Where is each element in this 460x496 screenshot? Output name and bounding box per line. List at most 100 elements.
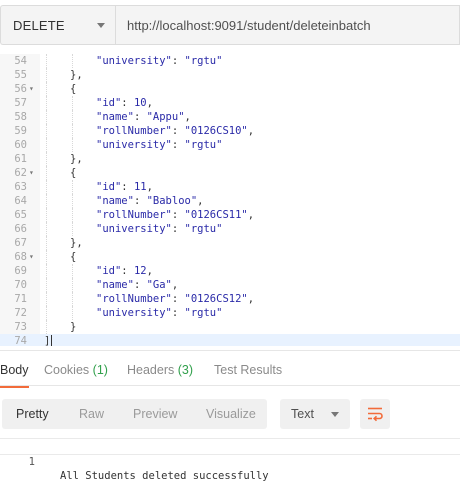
indent-guide <box>46 110 47 124</box>
editor-line: 67}, <box>0 236 460 250</box>
request-bar: DELETE http://localhost:9091/student/del… <box>0 5 460 45</box>
line-number: 61 <box>14 153 27 165</box>
tab-cookies-label: Cookies <box>44 363 90 377</box>
editor-line: 56 ▾ { <box>0 82 460 96</box>
code-text: } <box>70 321 77 333</box>
format-select-label: Text <box>291 407 314 421</box>
indent-guide <box>46 194 47 208</box>
wrap-lines-icon <box>368 407 383 422</box>
line-number: 63 <box>14 181 27 193</box>
preview-button[interactable]: Preview <box>133 399 177 429</box>
code-text: "name": "Babloo", <box>96 195 204 207</box>
indent-guide <box>46 54 47 68</box>
fold-toggle-icon[interactable]: ▾ <box>29 166 37 180</box>
editor-line: 57 "id": 10, <box>0 96 460 110</box>
indent-guide <box>46 278 47 292</box>
tab-body[interactable]: Body <box>0 351 29 388</box>
line-number: 60 <box>14 139 27 151</box>
tab-cookies[interactable]: Cookies (1) <box>44 351 108 387</box>
line-number: 74 <box>14 335 27 346</box>
line-number: 54 <box>14 55 27 67</box>
editor-line: 64 "name": "Babloo", <box>0 194 460 208</box>
code-text: "university": "rgtu" <box>96 139 223 151</box>
tab-body-label: Body <box>0 363 29 377</box>
code-text: "id": 12, <box>96 265 153 277</box>
line-number: 59 <box>14 125 27 137</box>
line-number: 57 <box>14 97 27 109</box>
tab-cookies-count: (1) <box>92 363 108 377</box>
chevron-down-icon <box>331 412 339 417</box>
indent-guide <box>46 124 47 138</box>
indent-guide <box>72 222 73 236</box>
indent-guide <box>72 138 73 152</box>
line-number: 67 <box>14 237 27 249</box>
method-label: DELETE <box>13 17 65 33</box>
response-toolbar: Pretty Raw Preview Visualize Text <box>0 398 460 432</box>
editor-line: 59 "rollNumber": "0126CS10", <box>0 124 460 138</box>
code-text: "id": 11, <box>96 181 153 193</box>
indent-guide <box>72 54 73 68</box>
indent-guide <box>46 68 47 82</box>
tab-test-results[interactable]: Test Results <box>214 351 282 387</box>
code-text: }, <box>70 237 83 249</box>
indent-guide <box>46 222 47 236</box>
wrap-lines-button[interactable] <box>360 399 390 429</box>
indent-guide <box>72 208 73 222</box>
tab-headers[interactable]: Headers (3) <box>127 351 193 387</box>
indent-guide <box>72 180 73 194</box>
indent-guide <box>72 124 73 138</box>
url-text: http://localhost:9091/student/deleteinba… <box>127 17 371 33</box>
pretty-button[interactable]: Pretty <box>16 399 49 429</box>
editor-line: 61}, <box>0 152 460 166</box>
indent-guide <box>46 306 47 320</box>
response-line: 1 All Students deleted successfully <box>0 441 269 482</box>
editor-line: 54 "university": "rgtu" <box>0 54 460 68</box>
editor-line: 74] <box>0 334 460 346</box>
format-select[interactable]: Text <box>280 399 350 429</box>
code-text: { <box>70 83 77 95</box>
response-tabs: Body Cookies (1) Headers (3) Test Result… <box>0 350 460 388</box>
indent-guide <box>46 320 47 334</box>
response-text: All Students deleted successfully <box>60 470 269 482</box>
indent-guide <box>72 264 73 278</box>
code-text: "rollNumber": "0126CS11", <box>96 209 255 221</box>
editor-line: 70 "name": "Ga", <box>0 278 460 292</box>
code-text: "university": "rgtu" <box>96 223 223 235</box>
code-text: "university": "rgtu" <box>96 307 223 319</box>
editor-line: 55}, <box>0 68 460 82</box>
code-text: "name": "Appu", <box>96 111 191 123</box>
indent-guide <box>72 194 73 208</box>
line-number: 62 <box>14 167 27 179</box>
code-text: { <box>70 167 77 179</box>
line-number: 68 <box>14 251 27 263</box>
editor-line: 58 "name": "Appu", <box>0 110 460 124</box>
response-body[interactable]: 1 All Students deleted successfully <box>0 438 460 482</box>
tab-test-results-label: Test Results <box>214 363 283 377</box>
editor-line: 65 "rollNumber": "0126CS11", <box>0 208 460 222</box>
indent-guide <box>46 264 47 278</box>
indent-guide <box>46 96 47 110</box>
editor-line: 71 "rollNumber": "0126CS12", <box>0 292 460 306</box>
fold-toggle-icon[interactable]: ▾ <box>29 82 37 96</box>
request-body-editor[interactable]: 54 "university": "rgtu" 55}, 56 ▾{57 "id": 10… <box>0 54 460 346</box>
raw-button[interactable]: Raw <box>79 399 104 429</box>
indent-guide <box>46 152 47 166</box>
line-number: 55 <box>14 69 27 81</box>
line-number: 66 <box>14 223 27 235</box>
fold-toggle-icon[interactable]: ▾ <box>29 250 37 264</box>
indent-guide <box>72 306 73 320</box>
indent-guide <box>72 278 73 292</box>
code-text: "rollNumber": "0126CS12", <box>96 293 255 305</box>
view-mode-group: Pretty Raw Preview Visualize <box>2 399 267 429</box>
indent-guide <box>46 250 47 264</box>
url-input[interactable]: http://localhost:9091/student/deleteinba… <box>115 5 460 45</box>
method-select[interactable]: DELETE <box>0 5 115 45</box>
indent-guide <box>46 166 47 180</box>
code-text: "name": "Ga", <box>96 279 179 291</box>
line-number: 69 <box>14 265 27 277</box>
code-text: "university": "rgtu" <box>96 55 223 67</box>
code-text: }, <box>70 69 83 81</box>
code-text: "id": 10, <box>96 97 153 109</box>
visualize-button[interactable]: Visualize <box>206 399 256 429</box>
line-number: 70 <box>14 279 27 291</box>
